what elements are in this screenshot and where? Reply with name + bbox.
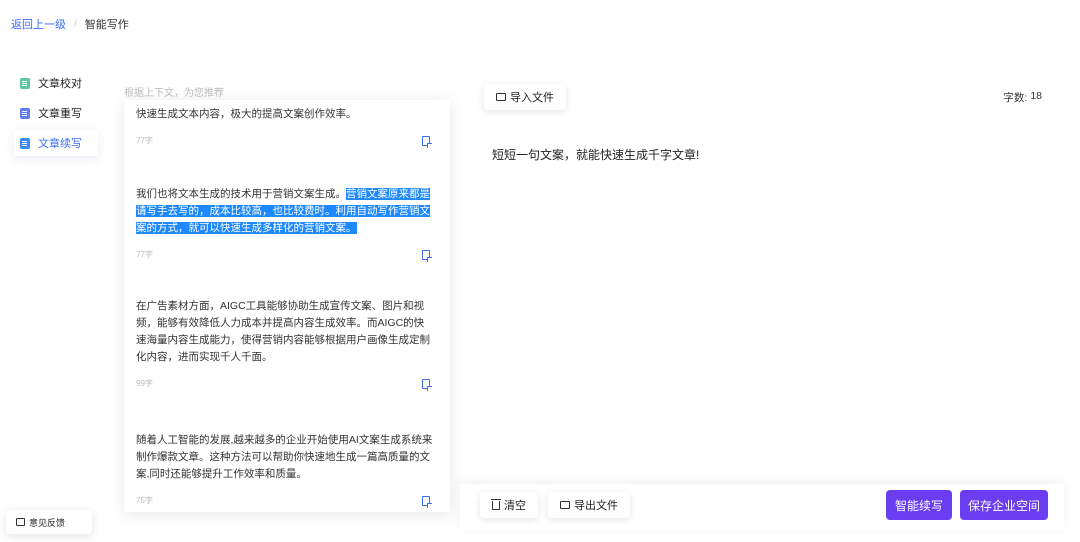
recommend-card[interactable]: 我们也将文本生成的技术用于营销文案生成。营销文案原来都是请写手去写的，成本比较高…	[136, 186, 434, 262]
document-icon	[20, 137, 30, 149]
import-file-label: 导入文件	[510, 92, 554, 104]
export-file-label: 导出文件	[574, 500, 618, 512]
document-icon	[20, 77, 30, 89]
clear-button[interactable]: 清空	[480, 492, 538, 518]
sidebar: 文章校对 文章重写 文章续写	[14, 70, 98, 160]
document-icon	[20, 107, 30, 119]
insert-icon[interactable]	[422, 135, 432, 148]
feedback-label: 意见反馈	[29, 517, 66, 528]
word-count: 字数: 18	[1003, 90, 1042, 105]
breadcrumb-current: 智能写作	[84, 19, 129, 31]
feedback-icon	[16, 518, 25, 526]
sidebar-item-label: 文章校对	[38, 78, 82, 90]
card-text: 快速生成文本内容，极大的提高文案创作效率。	[136, 108, 357, 120]
sidebar-item-continue[interactable]: 文章续写	[14, 130, 98, 156]
recommend-card[interactable]: 在广告素材方面，AIGC工具能够协助生成宣传文案、图片和视频，能够有效降低人力成…	[136, 298, 434, 391]
smart-continue-button[interactable]: 智能续写	[886, 490, 952, 520]
card-word-count: 75字	[136, 496, 153, 505]
breadcrumb-separator: /	[74, 18, 77, 30]
card-word-count: 99字	[136, 379, 153, 388]
export-file-button[interactable]: 导出文件	[548, 492, 630, 518]
card-word-count: 77字	[136, 250, 153, 259]
recommend-panel[interactable]: 快速生成文本内容，极大的提高文案创作效率。 77字 我们也将文本生成的技术用于营…	[124, 100, 450, 512]
bottom-toolbar: 清空 导出文件 智能续写 保存企业空间	[460, 484, 1064, 530]
card-text: 随着人工智能的发展,越来越多的企业开始使用AI文案生成系统来制作爆款文章。这种方…	[136, 434, 433, 480]
folder-icon	[560, 501, 570, 509]
clear-label: 清空	[504, 500, 526, 512]
recommend-card[interactable]: 随着人工智能的发展,越来越多的企业开始使用AI文案生成系统来制作爆款文章。这种方…	[136, 432, 434, 508]
card-word-count: 77字	[136, 136, 153, 145]
sidebar-item-proofread[interactable]: 文章校对	[14, 70, 98, 96]
sidebar-item-rewrite[interactable]: 文章重写	[14, 100, 98, 126]
word-count-label: 字数:	[1003, 92, 1028, 104]
card-text: 在广告素材方面，AIGC工具能够协助生成宣传文案、图片和视频，能够有效降低人力成…	[136, 300, 430, 363]
card-text: 我们也将文本生成的技术用于营销文案生成。营销文案原来都是请写手去写的，成本比较高…	[136, 186, 434, 237]
save-to-enterprise-button[interactable]: 保存企业空间	[960, 490, 1048, 520]
sidebar-item-label: 文章重写	[38, 108, 82, 120]
breadcrumb: 返回上一级 / 智能写作	[11, 16, 129, 32]
card-text-plain: 我们也将文本生成的技术用于营销文案生成。	[136, 188, 346, 200]
word-count-value: 18	[1030, 90, 1042, 102]
insert-icon[interactable]	[422, 249, 432, 262]
feedback-button[interactable]: 意见反馈	[6, 510, 92, 534]
import-file-button[interactable]: 导入文件	[484, 84, 566, 110]
back-link[interactable]: 返回上一级	[11, 16, 66, 32]
recommend-card[interactable]: 快速生成文本内容，极大的提高文案创作效率。 77字	[136, 106, 434, 148]
trash-icon	[491, 498, 501, 510]
insert-icon[interactable]	[422, 495, 432, 508]
recommend-hint: 根据上下文，为您推荐	[124, 88, 224, 99]
editor-content[interactable]: 短短一句文案，就能快速生成千字文章!	[492, 146, 1052, 163]
sidebar-item-label: 文章续写	[38, 138, 82, 150]
folder-icon	[496, 93, 506, 101]
insert-icon[interactable]	[422, 378, 432, 391]
